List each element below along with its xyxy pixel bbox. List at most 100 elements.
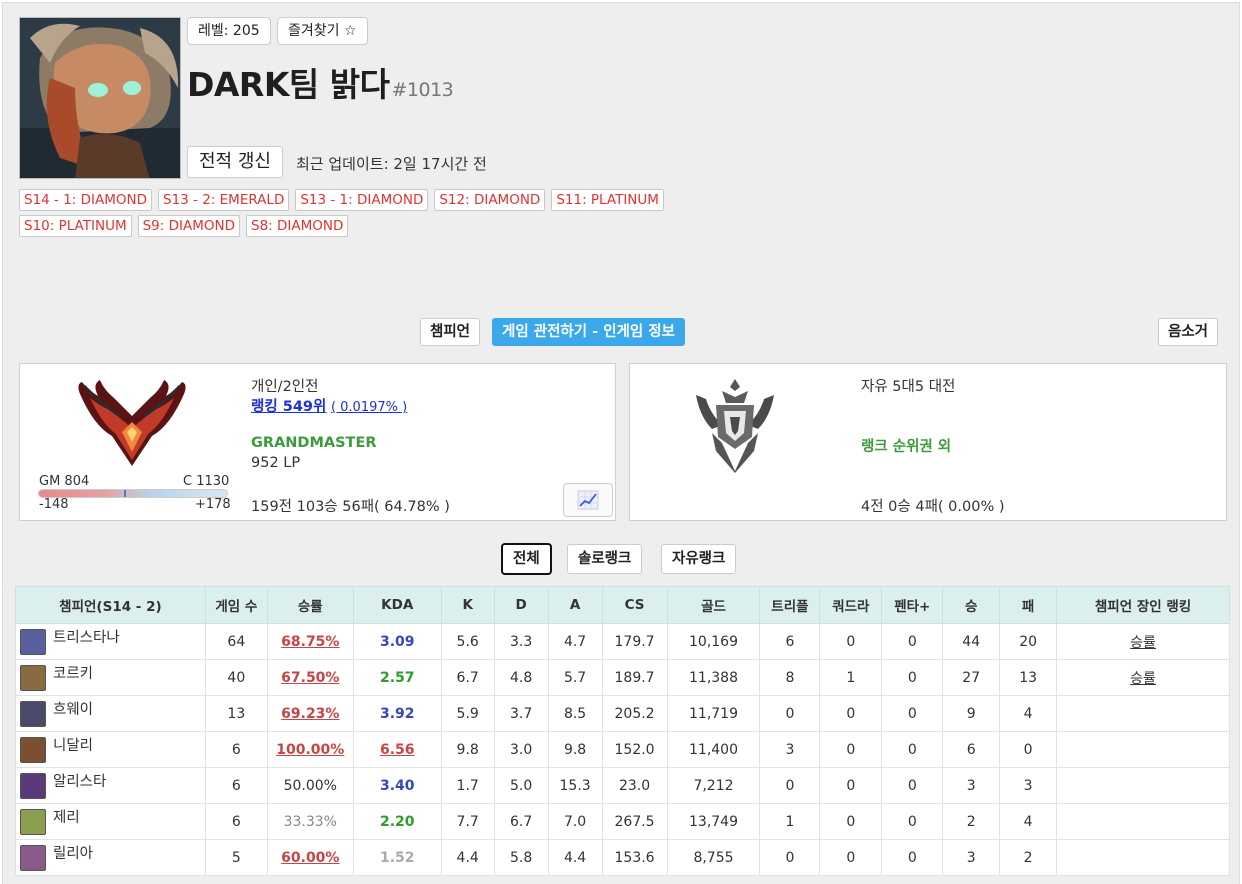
stat-value: 6.7 bbox=[510, 813, 533, 830]
stat-value: 8 bbox=[785, 669, 795, 686]
champion-info: 알리스타 bbox=[20, 772, 205, 799]
stat-value: 6 bbox=[231, 741, 241, 758]
stat-kda: 1.52 bbox=[352, 839, 442, 876]
champion-cell[interactable]: 릴리아 bbox=[15, 839, 206, 876]
table-row[interactable]: 트리스타나 64 68.75% 3.09 5.6 3.3 4.7 179.7 10,169 6 0 0… bbox=[15, 623, 1230, 660]
champion-info: 제리 bbox=[20, 808, 205, 835]
stat-value: 267.5 bbox=[614, 813, 655, 830]
table-row[interactable]: 흐웨이 13 69.23% 3.92 5.9 3.7 8.5 205.2 11,719 0 0 0 9 4 bbox=[15, 695, 1230, 732]
stat-l: 3 bbox=[999, 767, 1058, 804]
stat-value: 4.4 bbox=[456, 849, 479, 866]
stat-w: 2 bbox=[942, 803, 1001, 840]
champion-info: 코르키 bbox=[20, 664, 205, 691]
champion-cell[interactable]: 흐웨이 bbox=[15, 695, 206, 732]
mastery-ranking-link[interactable]: 승률 bbox=[1130, 671, 1156, 687]
stat-l: 2 bbox=[999, 839, 1058, 876]
stat-gold: 8,755 bbox=[666, 839, 761, 876]
spectate-button[interactable]: 게임 관전하기 - 인게임 정보 bbox=[492, 318, 685, 346]
column-header[interactable]: 골드 bbox=[666, 586, 761, 624]
filter-all[interactable]: 전체 bbox=[502, 544, 551, 574]
mastery-ranking-cell bbox=[1056, 767, 1230, 804]
table-row[interactable]: 릴리아 5 60.00% 1.52 4.4 5.8 4.4 153.6 8,755 0 0 0 3 2 bbox=[15, 839, 1230, 876]
stat-k: 1.7 bbox=[440, 767, 495, 804]
stat-value: 100.00% bbox=[276, 741, 345, 758]
ranking-link[interactable]: 랭킹 549위 bbox=[251, 399, 326, 415]
table-header-row: 챔피언(S14 - 2) 게임 수 승률 KDA K D A CS 골드 트리플 쿼드라 펜타+ 승 패 챔… bbox=[15, 586, 1230, 624]
filter-flex[interactable]: 자유랭크 bbox=[661, 544, 737, 574]
column-header[interactable]: 게임 수 bbox=[204, 586, 268, 624]
level-badge: 레벨: 205 bbox=[187, 17, 271, 45]
solo-tier: GRANDMASTER bbox=[251, 435, 377, 451]
favorite-button[interactable]: 즐겨찾기 ☆ bbox=[277, 17, 368, 45]
champion-cell[interactable]: 알리스타 bbox=[15, 767, 206, 804]
column-header[interactable]: D bbox=[493, 586, 549, 624]
column-header[interactable]: 챔피언 장인 랭킹 bbox=[1056, 586, 1230, 624]
champion-cell[interactable]: 코르키 bbox=[15, 659, 206, 696]
stat-l: 13 bbox=[999, 659, 1058, 696]
stat-value: 11,400 bbox=[689, 741, 738, 758]
stat-value: 6 bbox=[966, 741, 976, 758]
column-header[interactable]: KDA bbox=[352, 586, 442, 624]
stat-value: 153.6 bbox=[614, 849, 655, 866]
table-row[interactable]: 제리 6 33.33% 2.20 7.7 6.7 7.0 267.5 13,749 1 0 0 2 4 bbox=[15, 803, 1230, 840]
champion-info: 흐웨이 bbox=[20, 700, 205, 727]
season-badge: S8: DIAMOND bbox=[246, 215, 349, 237]
ranking-percent[interactable]: ( 0.0197% ) bbox=[331, 400, 407, 415]
column-header[interactable]: K bbox=[440, 586, 495, 624]
lp-progress-marker bbox=[123, 490, 126, 497]
lp-graph-button[interactable] bbox=[563, 483, 613, 517]
stat-k: 4.4 bbox=[440, 839, 495, 876]
stat-a: 4.4 bbox=[547, 839, 603, 876]
column-header[interactable]: CS bbox=[601, 586, 668, 624]
column-header[interactable]: 쿼드라 bbox=[819, 586, 883, 624]
stat-w: 9 bbox=[942, 695, 1001, 732]
stat-value: 5.0 bbox=[510, 777, 533, 794]
table-row[interactable]: 니달리 6 100.00% 6.56 9.8 3.0 9.8 152.0 11,400 3 0 0 6 0 bbox=[15, 731, 1230, 768]
stat-value: 5.6 bbox=[456, 633, 479, 650]
stat-cs: 189.7 bbox=[601, 659, 668, 696]
table-row[interactable]: 코르키 40 67.50% 2.57 6.7 4.8 5.7 189.7 11,388 8 1 0 27… bbox=[15, 659, 1230, 696]
column-header[interactable]: 트리플 bbox=[759, 586, 821, 624]
stat-games: 6 bbox=[204, 803, 268, 840]
champion-cell[interactable]: 니달리 bbox=[15, 731, 206, 768]
stat-cs: 23.0 bbox=[601, 767, 668, 804]
stat-value: 152.0 bbox=[614, 741, 655, 758]
solo-ranking[interactable]: 랭킹 549위 ( 0.0197% ) bbox=[251, 395, 407, 416]
stat-value: 15.3 bbox=[559, 777, 591, 794]
stat-cs: 205.2 bbox=[601, 695, 668, 732]
table-row[interactable]: 알리스타 6 50.00% 3.40 1.7 5.0 15.3 23.0 7,212 0 0 0 3 3 bbox=[15, 767, 1230, 804]
column-header[interactable]: 펜타+ bbox=[881, 586, 944, 624]
season-badge: S10: PLATINUM bbox=[19, 215, 132, 237]
stat-value: 205.2 bbox=[614, 705, 655, 722]
stat-triple: 8 bbox=[759, 659, 821, 696]
mastery-ranking-cell bbox=[1056, 695, 1230, 732]
stat-value: 6.7 bbox=[456, 669, 479, 686]
filter-solo[interactable]: 솔로랭크 bbox=[567, 544, 643, 574]
column-header[interactable]: A bbox=[547, 586, 603, 624]
column-header[interactable]: 승률 bbox=[266, 586, 354, 624]
stat-value: 6 bbox=[231, 777, 241, 794]
stat-value: 179.7 bbox=[614, 633, 655, 650]
mastery-ranking-cell[interactable]: 승률 bbox=[1056, 659, 1230, 696]
column-header[interactable]: 패 bbox=[999, 586, 1058, 624]
lp-to-challenger: +178 bbox=[195, 497, 231, 512]
stat-value: 0 bbox=[785, 777, 795, 794]
stat-value: 11,388 bbox=[689, 669, 738, 686]
champion-cell[interactable]: 트리스타나 bbox=[15, 623, 206, 660]
champion-portrait-icon bbox=[20, 628, 46, 655]
stat-gold: 11,719 bbox=[666, 695, 761, 732]
column-header[interactable]: 승 bbox=[942, 586, 1001, 624]
mute-button[interactable]: 음소거 bbox=[1158, 318, 1219, 346]
refresh-button[interactable]: 전적 갱신 bbox=[187, 146, 283, 178]
champion-cell[interactable]: 제리 bbox=[15, 803, 206, 840]
flex-tier: 랭크 순위권 외 bbox=[861, 439, 952, 455]
champion-name: 릴리아 bbox=[53, 846, 94, 862]
mastery-ranking-cell[interactable]: 승률 bbox=[1056, 623, 1230, 660]
mastery-ranking-cell bbox=[1056, 731, 1230, 768]
tab-champion[interactable]: 챔피언 bbox=[420, 318, 481, 346]
column-header[interactable]: 챔피언(S14 - 2) bbox=[15, 586, 206, 624]
stat-wr: 50.00% bbox=[266, 767, 354, 804]
stat-value: 0 bbox=[907, 741, 917, 758]
mastery-ranking-link[interactable]: 승률 bbox=[1130, 635, 1156, 651]
stat-k: 7.7 bbox=[440, 803, 495, 840]
